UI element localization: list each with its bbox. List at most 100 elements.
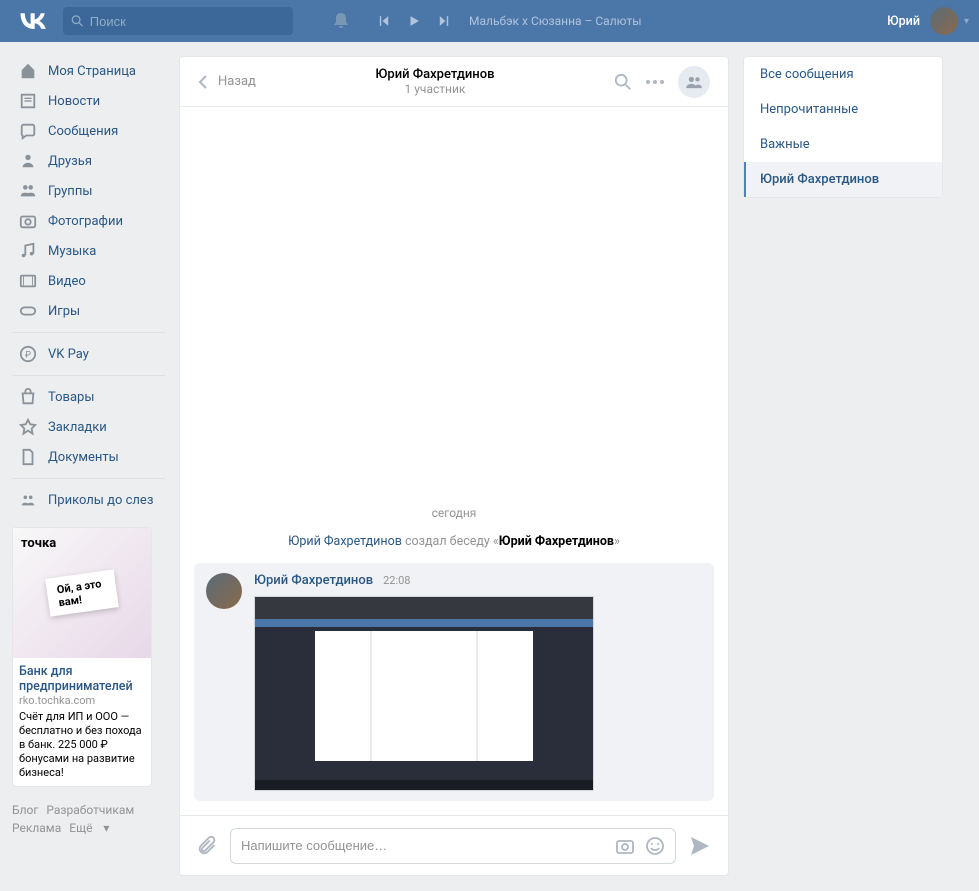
user-name-label: Юрий	[887, 14, 920, 29]
nav-label: Закладки	[48, 420, 107, 435]
system-text: »	[614, 534, 620, 549]
chat-body: сегодня Юрий Фахретдинов создал беседу «…	[180, 107, 728, 815]
user-menu[interactable]: Юрий ▾	[887, 7, 969, 35]
vkpay-icon: ₽	[18, 344, 38, 364]
nav-bookmarks[interactable]: Закладки	[12, 412, 165, 442]
ad-block[interactable]: точка Ой, а это вам! Банк для предприним…	[12, 527, 152, 787]
nav-photos[interactable]: Фотографии	[12, 206, 165, 236]
top-header: Мальбэк x Сюзанна – Салюты Юрий ▾	[0, 0, 979, 42]
user-avatar	[930, 7, 958, 35]
chat-more-button[interactable]	[646, 80, 664, 84]
message-block: Юрий Фахретдинов 22:08	[194, 563, 714, 801]
vk-logo-icon	[20, 13, 46, 29]
photo-button[interactable]	[615, 836, 635, 856]
search-icon	[614, 73, 632, 91]
message-input-wrapper[interactable]	[230, 828, 676, 864]
chat-column: Назад Юрий Фахретдинов 1 участник сегодн…	[179, 56, 729, 876]
nav-news[interactable]: Новости	[12, 86, 165, 116]
svg-text:₽: ₽	[25, 351, 31, 361]
footer-devs[interactable]: Разработчикам	[46, 803, 134, 817]
date-separator: сегодня	[194, 506, 714, 520]
nav-my-page[interactable]: Моя Страница	[12, 56, 165, 86]
ad-brand: точка	[21, 536, 56, 551]
members-icon	[685, 75, 703, 89]
ad-desc: Счёт для ИП и ООО — бесплатно и без похо…	[19, 710, 145, 780]
nav-label: Друзья	[48, 154, 92, 169]
next-track-icon[interactable]	[437, 11, 451, 31]
message-author[interactable]: Юрий Фахретдинов	[254, 573, 373, 588]
message-attachment[interactable]	[254, 596, 594, 791]
ad-tagline: Ой, а это вам!	[45, 569, 119, 616]
message-input[interactable]	[241, 838, 615, 853]
nav-label: Фотографии	[48, 214, 123, 229]
footer-links: Блог Разработчикам Реклама Ещё ▾	[12, 801, 165, 837]
ad-title: Банк для предпринимателей	[19, 664, 145, 694]
filter-unread[interactable]: Непрочитанные	[744, 92, 942, 127]
send-button[interactable]	[688, 834, 712, 858]
chat-actions	[614, 66, 710, 98]
chat-members-button[interactable]	[678, 66, 710, 98]
search-box[interactable]	[63, 7, 293, 35]
play-icon[interactable]	[407, 11, 421, 31]
nav-label: Новости	[48, 94, 100, 109]
doc-icon	[18, 447, 38, 467]
nav-music[interactable]: Музыка	[12, 236, 165, 266]
nav-messages[interactable]: Сообщения	[12, 116, 165, 146]
emoji-button[interactable]	[645, 836, 665, 856]
filter-all[interactable]: Все сообщения	[744, 57, 942, 92]
back-button[interactable]: Назад	[198, 74, 256, 90]
nav-community[interactable]: Приколы до слез	[12, 485, 165, 515]
nav-products[interactable]: Товары	[12, 382, 165, 412]
header-controls: Мальбэк x Сюзанна – Салюты	[323, 11, 642, 31]
nav-label: Видео	[48, 274, 86, 289]
message-avatar[interactable]	[206, 573, 242, 609]
friends-icon	[18, 151, 38, 171]
send-icon	[688, 834, 712, 858]
vk-logo[interactable]	[18, 6, 48, 36]
messages-icon	[18, 121, 38, 141]
nav-label: Приколы до слез	[48, 493, 153, 508]
bell-icon[interactable]	[331, 11, 351, 31]
camera-icon	[18, 211, 38, 231]
attach-button[interactable]	[196, 835, 218, 857]
nav-video[interactable]: Видео	[12, 266, 165, 296]
footer-blog[interactable]: Блог	[12, 803, 38, 817]
footer-ads[interactable]: Реклама	[12, 821, 61, 835]
nav-label: VK Pay	[48, 347, 89, 362]
nav-separator	[12, 375, 165, 376]
filters-box: Все сообщения Непрочитанные Важные Юрий …	[743, 56, 943, 198]
nav-separator	[12, 478, 165, 479]
chat-name: Юрий Фахретдинов	[256, 67, 614, 82]
nav-vkpay[interactable]: ₽ VK Pay	[12, 339, 165, 369]
system-text: создал беседу «	[402, 534, 499, 549]
chevron-down-icon: ▾	[964, 16, 969, 27]
bag-icon	[18, 387, 38, 407]
main-layout: Моя Страница Новости Сообщения Друзья Гр…	[0, 42, 979, 876]
nav-label: Документы	[48, 450, 119, 465]
system-message: Юрий Фахретдинов создал беседу «Юрий Фах…	[194, 534, 714, 549]
filter-active-chat[interactable]: Юрий Фахретдинов	[744, 162, 942, 197]
system-chat-name: Юрий Фахретдинов	[499, 534, 614, 549]
nav-label: Музыка	[48, 244, 96, 259]
nav-friends[interactable]: Друзья	[12, 146, 165, 176]
nav-label: Игры	[48, 304, 80, 319]
chat-subtitle: 1 участник	[256, 82, 614, 96]
nav-label: Сообщения	[48, 124, 118, 139]
message-content: Юрий Фахретдинов 22:08	[254, 573, 702, 791]
footer-more[interactable]: Ещё ▾	[69, 821, 109, 835]
nav-games[interactable]: Игры	[12, 296, 165, 326]
home-icon	[18, 61, 38, 81]
message-time: 22:08	[383, 574, 410, 587]
nav-docs[interactable]: Документы	[12, 442, 165, 472]
filter-important[interactable]: Важные	[744, 127, 942, 162]
groups-icon	[18, 181, 38, 201]
dots-icon	[646, 80, 664, 84]
chat-search-button[interactable]	[614, 73, 632, 91]
nav-groups[interactable]: Группы	[12, 176, 165, 206]
now-playing-label[interactable]: Мальбэк x Сюзанна – Салюты	[469, 14, 642, 28]
prev-track-icon[interactable]	[377, 11, 391, 31]
nav-label: Моя Страница	[48, 64, 136, 79]
ad-text: Банк для предпринимателей rko.tochka.com…	[13, 658, 151, 786]
system-user-link[interactable]: Юрий Фахретдинов	[288, 534, 402, 549]
search-input[interactable]	[90, 14, 285, 29]
